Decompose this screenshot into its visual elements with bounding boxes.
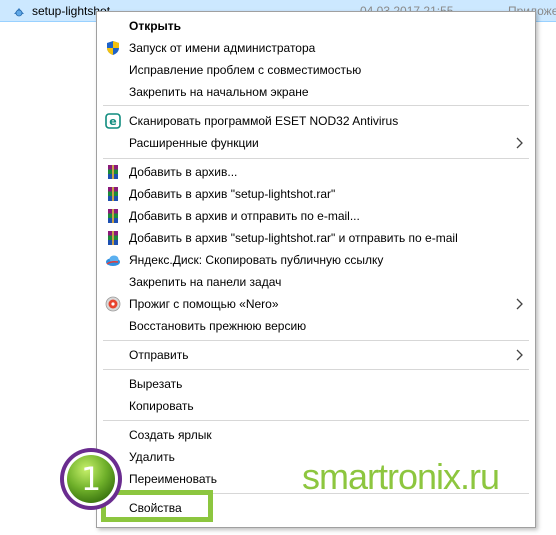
menu-item-label: Сканировать программой ESET NOD32 Antivi… — [129, 114, 399, 128]
menu-item-label: Отправить — [129, 348, 189, 362]
menu-item-troubleshoot[interactable]: Исправление проблем с совместимостью — [97, 59, 535, 81]
menu-separator — [103, 340, 529, 341]
menu-item-send-to[interactable]: Отправить — [97, 344, 535, 366]
winrar-icon — [108, 165, 118, 179]
menu-item-label: Закрепить на панели задач — [129, 275, 282, 289]
step-number-badge: 1 — [60, 448, 122, 510]
watermark: smartronix.ru — [302, 456, 500, 497]
menu-item-nero-burn[interactable]: Прожиг с помощью «Nero» — [97, 293, 535, 315]
menu-item-label: Исправление проблем с совместимостью — [129, 63, 362, 77]
menu-item-add-archive[interactable]: Добавить в архив... — [97, 161, 535, 183]
menu-item-label: Открыть — [129, 19, 182, 33]
setup-file-icon — [14, 8, 24, 17]
menu-item-advanced[interactable]: Расширенные функции — [97, 132, 535, 154]
menu-item-pin-taskbar[interactable]: Закрепить на панели задач — [97, 271, 535, 293]
context-menu: Открыть Запуск от имени администратора И… — [96, 11, 536, 528]
nero-icon — [105, 296, 121, 312]
menu-item-label: Вырезать — [129, 377, 183, 391]
winrar-icon — [108, 187, 118, 201]
svg-text:e: e — [109, 115, 116, 128]
menu-item-add-archive-named-email[interactable]: Добавить в архив "setup-lightshot.rar" и… — [97, 227, 535, 249]
menu-item-label: Яндекс.Диск: Скопировать публичную ссылк… — [129, 253, 384, 267]
menu-item-label: Добавить в архив... — [129, 165, 238, 179]
menu-item-label: Добавить в архив "setup-lightshot.rar" — [129, 187, 336, 201]
menu-item-copy[interactable]: Копировать — [97, 395, 535, 417]
winrar-icon — [108, 209, 118, 223]
menu-item-label: Запуск от имени администратора — [129, 41, 316, 55]
eset-icon: e — [105, 113, 121, 129]
menu-item-label: Создать ярлык — [129, 428, 212, 442]
menu-separator — [103, 420, 529, 421]
menu-item-yandex-disk[interactable]: Яндекс.Диск: Скопировать публичную ссылк… — [97, 249, 535, 271]
winrar-icon — [108, 231, 118, 245]
menu-item-open[interactable]: Открыть — [97, 15, 535, 37]
menu-separator — [103, 369, 529, 370]
chevron-right-icon — [516, 349, 523, 361]
menu-item-label: Добавить в архив "setup-lightshot.rar" и… — [129, 231, 458, 245]
uac-shield-icon — [107, 41, 119, 55]
menu-item-create-shortcut[interactable]: Создать ярлык — [97, 424, 535, 446]
menu-item-label: Удалить — [129, 450, 175, 464]
menu-item-label: Восстановить прежнюю версию — [129, 319, 307, 333]
menu-item-label: Расширенные функции — [129, 136, 259, 150]
menu-item-pin-start[interactable]: Закрепить на начальном экране — [97, 81, 535, 103]
step-number: 1 — [81, 460, 101, 498]
menu-item-restore-previous[interactable]: Восстановить прежнюю версию — [97, 315, 535, 337]
menu-item-eset-scan[interactable]: e Сканировать программой ESET NOD32 Anti… — [97, 110, 535, 132]
menu-item-cut[interactable]: Вырезать — [97, 373, 535, 395]
menu-item-add-archive-email[interactable]: Добавить в архив и отправить по e-mail..… — [97, 205, 535, 227]
menu-item-label: Переименовать — [129, 472, 217, 486]
menu-item-label: Добавить в архив и отправить по e-mail..… — [129, 209, 360, 223]
chevron-right-icon — [516, 298, 523, 310]
menu-separator — [103, 158, 529, 159]
menu-item-label: Закрепить на начальном экране — [129, 85, 309, 99]
menu-separator — [103, 105, 529, 106]
menu-item-label: Прожиг с помощью «Nero» — [129, 297, 279, 311]
chevron-right-icon — [516, 137, 523, 149]
menu-item-add-archive-named[interactable]: Добавить в архив "setup-lightshot.rar" — [97, 183, 535, 205]
yandex-disk-icon — [106, 255, 120, 266]
menu-item-label: Копировать — [129, 399, 194, 413]
menu-item-run-as-admin[interactable]: Запуск от имени администратора — [97, 37, 535, 59]
